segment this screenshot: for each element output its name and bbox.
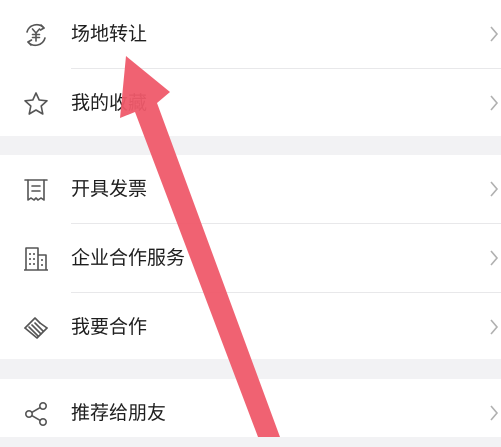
chevron-right-icon bbox=[489, 24, 499, 44]
menu-group-2: 开具发票 企业合作服务 我要合作 bbox=[0, 155, 501, 359]
menu-item-label: 场地转让 bbox=[71, 23, 148, 45]
share-icon bbox=[21, 399, 51, 429]
menu-item-my-favorites[interactable]: 我的收藏 bbox=[0, 69, 501, 137]
menu-item-cooperate[interactable]: 我要合作 bbox=[0, 293, 501, 361]
menu-item-label: 我的收藏 bbox=[71, 92, 148, 114]
menu-item-label: 企业合作服务 bbox=[71, 247, 186, 269]
menu-item-label: 开具发票 bbox=[71, 178, 148, 200]
star-icon bbox=[21, 89, 51, 119]
menu-item-label: 推荐给朋友 bbox=[71, 402, 167, 424]
building-icon bbox=[21, 244, 51, 274]
menu-group-3: 推荐给朋友 bbox=[0, 379, 501, 437]
menu-item-label: 我要合作 bbox=[71, 316, 148, 338]
chevron-right-icon bbox=[489, 248, 499, 268]
menu-item-issue-invoice[interactable]: 开具发票 bbox=[0, 155, 501, 223]
handshake-icon bbox=[21, 313, 51, 343]
chevron-right-icon bbox=[489, 317, 499, 337]
invoice-icon bbox=[21, 175, 51, 205]
menu-group-1: 场地转让 我的收藏 bbox=[0, 0, 501, 136]
menu-item-venue-transfer[interactable]: 场地转让 bbox=[0, 0, 501, 68]
chevron-right-icon bbox=[489, 403, 499, 423]
menu-item-enterprise-service[interactable]: 企业合作服务 bbox=[0, 224, 501, 292]
chevron-right-icon bbox=[489, 93, 499, 113]
chevron-right-icon bbox=[489, 179, 499, 199]
yuan-cycle-icon bbox=[21, 20, 51, 50]
